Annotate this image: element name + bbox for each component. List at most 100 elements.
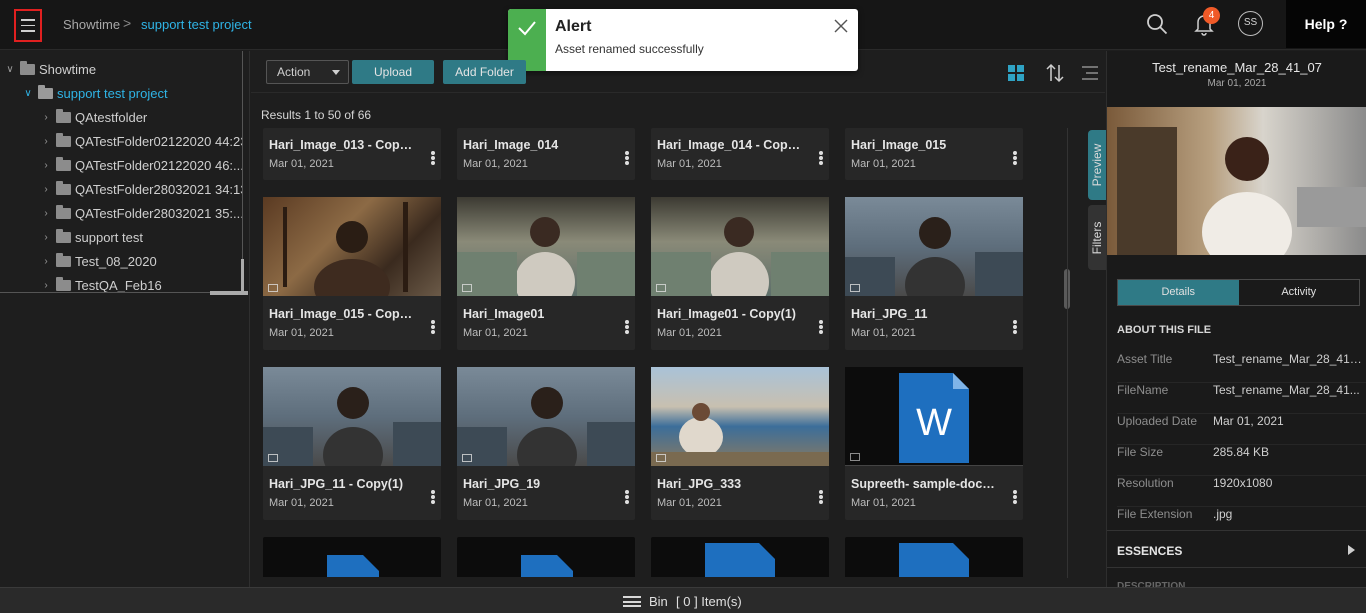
asset-card[interactable] [845, 537, 1023, 577]
tab-preview[interactable]: Preview [1088, 130, 1106, 200]
hamburger-menu-icon[interactable] [14, 9, 42, 42]
asset-thumbnail[interactable] [457, 197, 635, 296]
chevron-down-icon[interactable]: ∨ [22, 88, 34, 99]
essences-section[interactable]: ESSENCES [1107, 530, 1366, 568]
asset-thumbnail[interactable] [263, 367, 441, 466]
tree-item-root[interactable]: ∨ Showtime [4, 58, 96, 80]
asset-date: Mar 01, 2021 [269, 497, 334, 509]
asset-card[interactable]: Hari_Image_014 - Copy(1) Mar 01, 2021 [651, 128, 829, 180]
asset-date: Mar 01, 2021 [657, 497, 722, 509]
bin-bar[interactable]: Bin [ 0 ] Item(s) [0, 587, 1366, 613]
asset-card[interactable]: Hari_Image01 Mar 01, 2021 [457, 197, 635, 350]
tree-resize-handle-vertical[interactable] [241, 259, 244, 293]
chevron-down-icon[interactable]: ∨ [4, 64, 16, 75]
asset-card[interactable]: Hari_Image_015 Mar 01, 2021 [845, 128, 1023, 180]
asset-thumbnail[interactable] [651, 197, 829, 296]
asset-card[interactable]: W Supreeth- sample-docx -... Mar 01, 202… [845, 367, 1023, 520]
folder-icon [56, 108, 71, 123]
more-options-icon[interactable] [625, 320, 629, 334]
more-options-icon[interactable] [431, 320, 435, 334]
tree-item-folder[interactable]: › QATestFolder28032021 34:13 [40, 178, 242, 200]
more-options-icon[interactable] [431, 151, 435, 165]
list-view-icon[interactable] [1082, 66, 1098, 80]
asset-card[interactable] [457, 537, 635, 577]
results-count: Results 1 to 50 of 66 [261, 108, 372, 122]
tab-filters[interactable]: Filters [1088, 205, 1106, 270]
asset-date: Mar 01, 2021 [463, 158, 528, 170]
document-type-icon [850, 453, 860, 461]
asset-thumbnail[interactable] [845, 197, 1023, 296]
chevron-right-icon[interactable]: › [40, 280, 52, 291]
asset-card[interactable]: Hari_JPG_11 - Copy(1) Mar 01, 2021 [263, 367, 441, 520]
chevron-right-icon[interactable]: › [40, 208, 52, 219]
more-options-icon[interactable] [1013, 320, 1017, 334]
close-icon[interactable] [833, 18, 849, 34]
asset-card[interactable]: Hari_JPG_19 Mar 01, 2021 [457, 367, 635, 520]
asset-card[interactable] [651, 537, 829, 577]
tree-item-folder[interactable]: › QATestFolder02122020 46:... [40, 154, 242, 176]
asset-card[interactable]: Hari_JPG_333 Mar 01, 2021 [651, 367, 829, 520]
detail-value: 285.84 KB [1213, 445, 1270, 459]
tree-item-label: support test project [57, 85, 168, 101]
breadcrumb-current[interactable]: support test project [141, 17, 252, 32]
details-preview-image [1107, 107, 1366, 255]
tree-item-label: TestQA_Feb16 [75, 277, 162, 293]
photo-image [651, 217, 829, 296]
asset-date: Mar 01, 2021 [851, 497, 916, 509]
asset-title: Hari_JPG_19 [463, 477, 541, 491]
asset-card[interactable]: Hari_Image_015 - Copy(1) Mar 01, 2021 [263, 197, 441, 350]
user-avatar[interactable]: SS [1238, 11, 1263, 36]
more-options-icon[interactable] [819, 151, 823, 165]
more-options-icon[interactable] [625, 151, 629, 165]
asset-thumbnail[interactable]: W [845, 367, 1023, 466]
add-folder-button[interactable]: Add Folder [443, 60, 526, 84]
chevron-right-icon[interactable]: › [40, 136, 52, 147]
tree-item-folder[interactable]: › QATestFolder28032021 35:... [40, 202, 242, 224]
tree-item-folder[interactable]: › QATestFolder02122020 44:23 [40, 130, 242, 152]
photo-image [1117, 127, 1366, 255]
more-options-icon[interactable] [819, 320, 823, 334]
asset-thumbnail[interactable] [263, 197, 441, 296]
search-icon[interactable] [1146, 13, 1168, 35]
tab-details[interactable]: Details [1118, 280, 1239, 305]
section-title: ABOUT THIS FILE [1117, 324, 1212, 336]
asset-card[interactable]: Hari_JPG_11 Mar 01, 2021 [845, 197, 1023, 350]
more-options-icon[interactable] [1013, 151, 1017, 165]
detail-row: Uploaded Date Mar 01, 2021 [1117, 414, 1366, 445]
image-type-icon [268, 284, 278, 292]
upload-button[interactable]: Upload [352, 60, 434, 84]
chevron-right-icon[interactable]: › [40, 256, 52, 267]
chevron-right-icon[interactable]: › [40, 160, 52, 171]
tree-item-folder[interactable]: › TestQA_Feb16 [40, 274, 162, 293]
help-button[interactable]: Help ? [1286, 0, 1366, 48]
asset-toolbar: Action Upload Add Folder [251, 51, 1105, 93]
asset-date: Mar 01, 2021 [463, 497, 528, 509]
more-options-icon[interactable] [625, 490, 629, 504]
tree-item-project[interactable]: ∨ support test project [22, 82, 168, 104]
sort-icon[interactable] [1046, 63, 1064, 83]
grid-view-icon[interactable] [1008, 65, 1024, 81]
asset-card[interactable]: Hari_Image_013 - Copy(1) Mar 01, 2021 [263, 128, 441, 180]
detail-row: File Size 285.84 KB [1117, 445, 1366, 476]
asset-card[interactable]: Hari_Image_014 Mar 01, 2021 [457, 128, 635, 180]
tree-item-folder[interactable]: › support test [40, 226, 143, 248]
asset-card[interactable]: Hari_Image01 - Copy(1) Mar 01, 2021 [651, 197, 829, 350]
chevron-right-icon[interactable]: › [40, 184, 52, 195]
tree-resize-handle-horizontal[interactable] [210, 291, 248, 295]
menu-icon [623, 596, 641, 607]
asset-thumbnail[interactable] [651, 367, 829, 466]
breadcrumb-root[interactable]: Showtime [63, 17, 120, 32]
image-type-icon [268, 454, 278, 462]
detail-row: Asset Title Test_rename_Mar_28_41_07 [1117, 352, 1366, 383]
asset-card[interactable] [263, 537, 441, 577]
more-options-icon[interactable] [1013, 490, 1017, 504]
tree-item-folder[interactable]: › QAtestfolder [40, 106, 147, 128]
asset-thumbnail[interactable] [457, 367, 635, 466]
action-dropdown[interactable]: Action [266, 60, 349, 84]
tree-item-folder[interactable]: › Test_08_2020 [40, 250, 157, 272]
more-options-icon[interactable] [819, 490, 823, 504]
more-options-icon[interactable] [431, 490, 435, 504]
tab-activity[interactable]: Activity [1239, 280, 1360, 305]
chevron-right-icon[interactable]: › [40, 232, 52, 243]
chevron-right-icon[interactable]: › [40, 112, 52, 123]
